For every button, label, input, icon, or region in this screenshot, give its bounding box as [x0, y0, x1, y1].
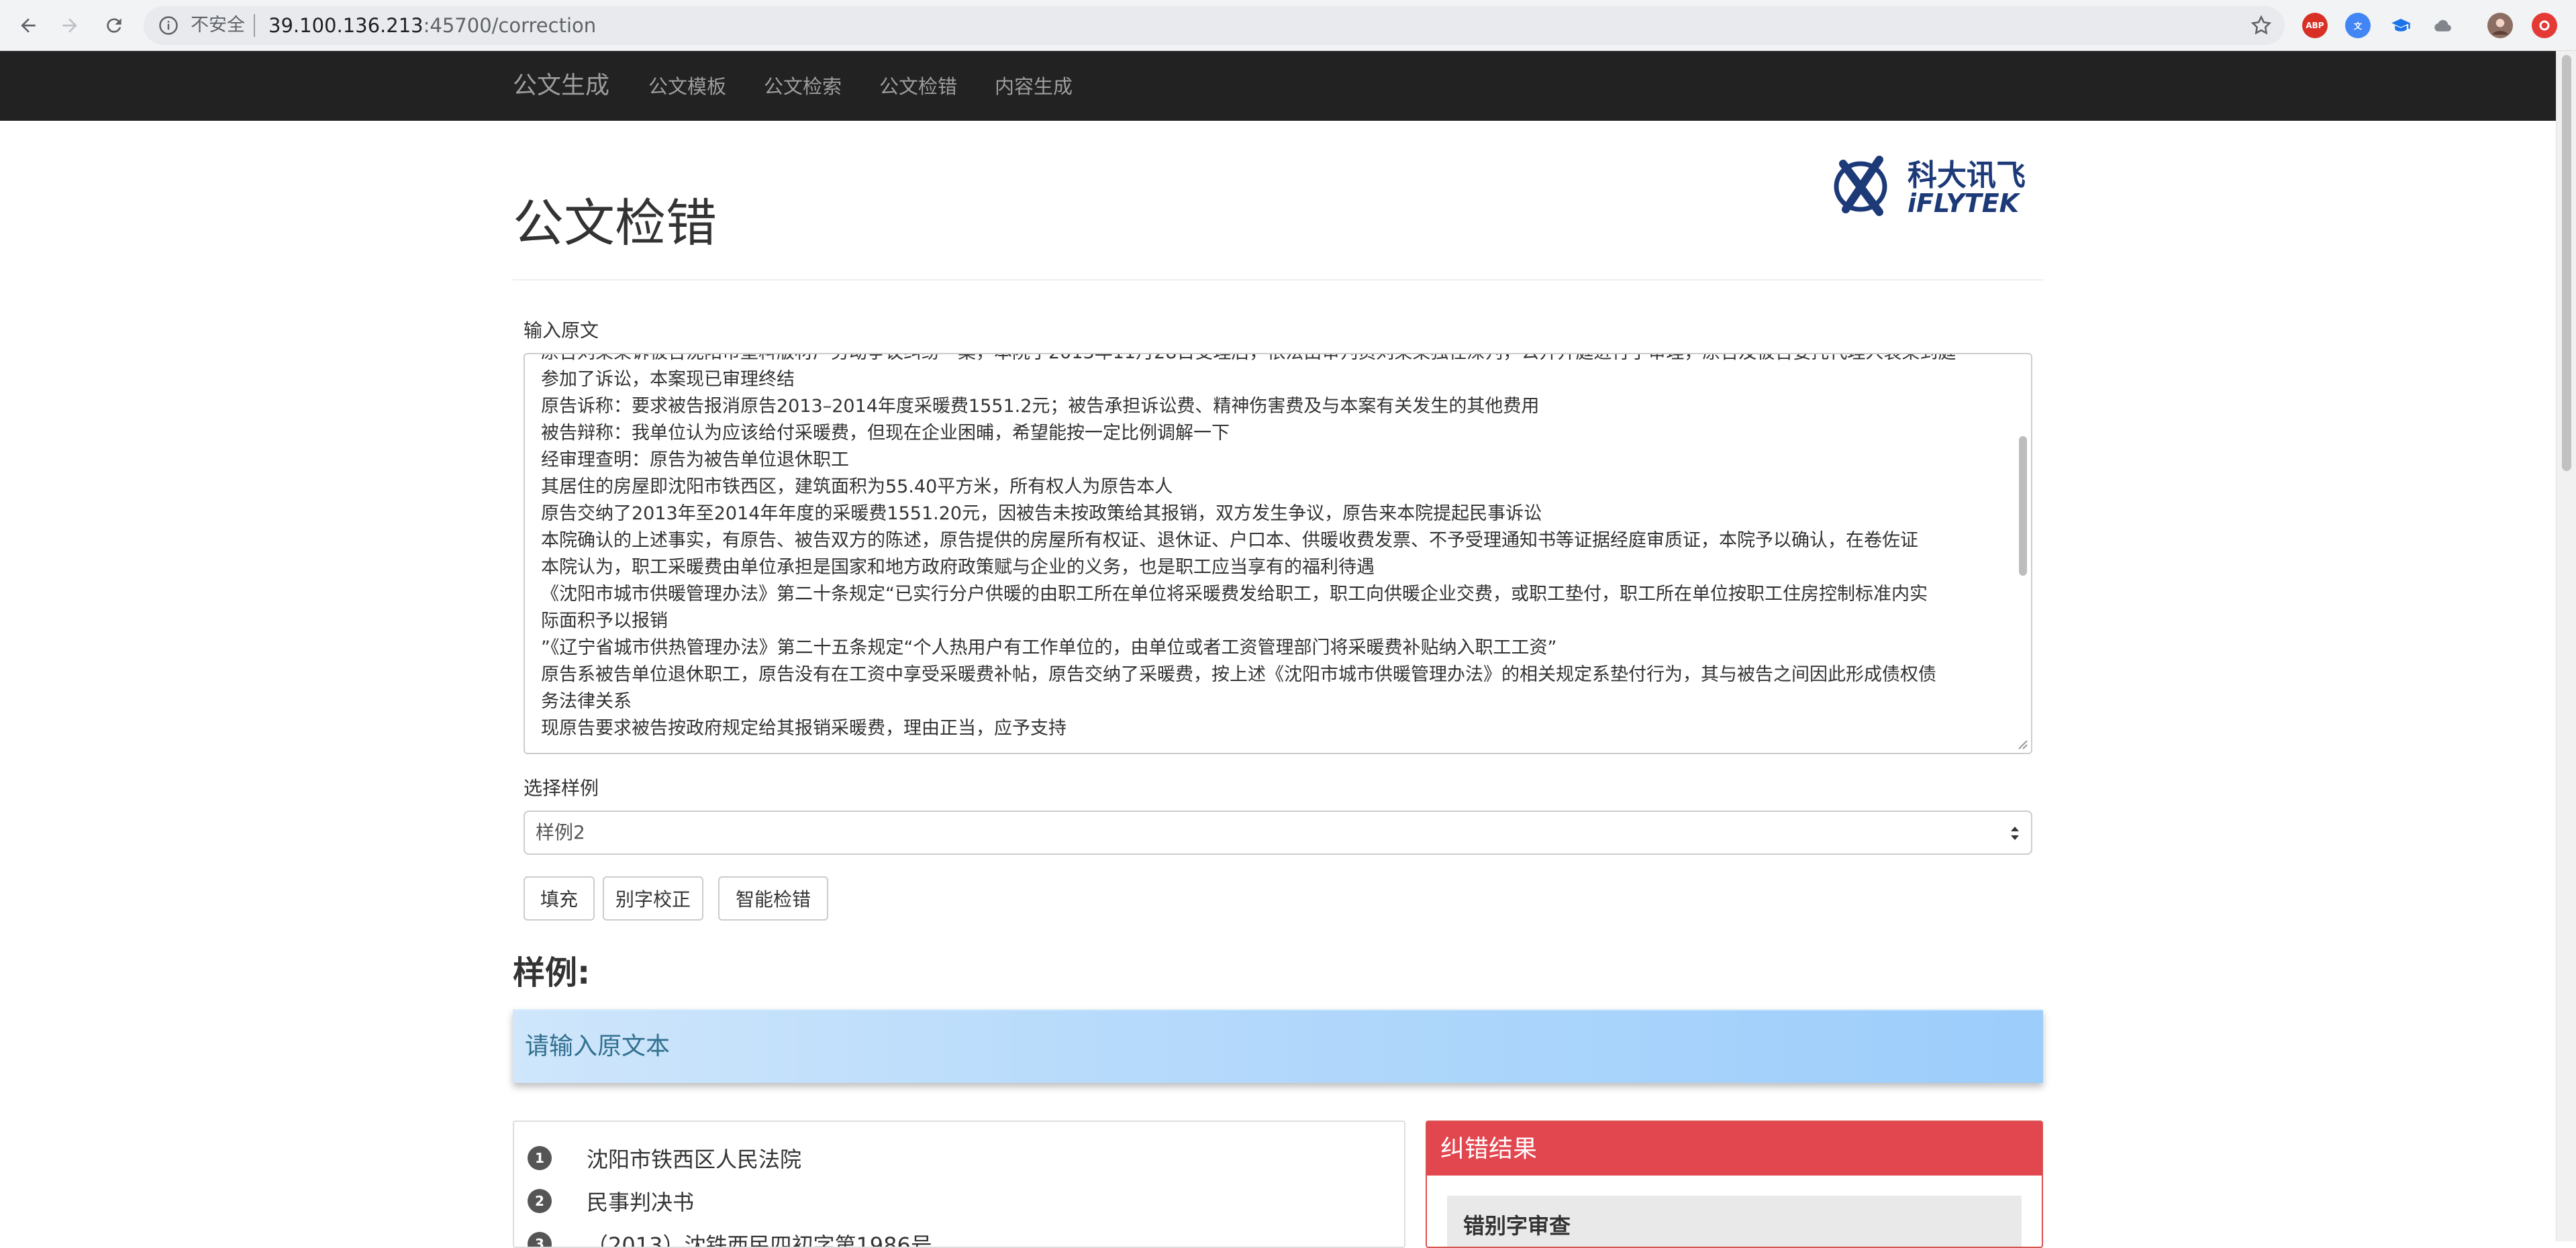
list-item-text: 民事判决书 [587, 1190, 695, 1215]
forward-button[interactable] [54, 9, 86, 42]
browser-toolbar: 不安全 39.100.136.213:45700/correction ABP … [0, 0, 2576, 51]
example-heading: 样例: [513, 954, 591, 992]
text-line: 本院认为，职工采暖费由单位承担是国家和地方政府政策赋与企业的义务，也是职工应当享… [541, 557, 1375, 578]
document-panel: 1 沈阳市铁西区人民法院 2 民事判决书 3 （2013）沈铁西民四初字第198… [513, 1121, 1405, 1248]
page-scrollbar[interactable] [2556, 51, 2576, 1241]
result-header: 纠错结果 [1427, 1122, 2042, 1176]
page-scrollbar-thumb[interactable] [2562, 55, 2571, 471]
insecure-label: 不安全 [191, 15, 245, 36]
nav-link-content-gen[interactable]: 内容生成 [995, 74, 1073, 99]
banner-text: 请输入原文本 [525, 1033, 671, 1060]
list-item: 2 民事判决书 [528, 1185, 694, 1217]
list-item-text: （2013）沈铁西民四初字第1986号 [587, 1233, 932, 1248]
fill-button[interactable]: 填充 [524, 876, 595, 921]
abp-icon[interactable]: ABP [2302, 13, 2328, 38]
arrow-left-icon [21, 18, 36, 33]
sample-label: 选择样例 [524, 777, 599, 799]
line-number-badge: 3 [528, 1232, 552, 1247]
svg-text:iFLYTEK: iFLYTEK [1908, 189, 2021, 216]
text-line: 现原告要求被告按政府规定给其报销采暖费，理由正当，应予支持 [541, 718, 1067, 739]
arrow-right-icon [62, 18, 77, 33]
text-line: 被告辩称：我单位认为应该给付采暖费，但现在企业困晡，希望能按一定比例调解一下 [541, 423, 1230, 444]
select-arrows-icon [2011, 827, 2019, 840]
title-divider [513, 279, 2043, 280]
correction-result-panel: 纠错结果 错别字审查 [1426, 1121, 2043, 1248]
profile-avatar[interactable] [2487, 13, 2513, 38]
text-line: 《沈阳市城市供暖管理办法》第二十条规定“已实行分户供暖的由职工所在单位将采暖费发… [541, 584, 1928, 605]
input-label: 输入原文 [524, 319, 599, 342]
nav-link-templates[interactable]: 公文模板 [648, 74, 726, 99]
input-prompt-banner: 请输入原文本 [513, 1009, 2043, 1083]
svg-text:科大讯飞: 科大讯飞 [1908, 158, 2026, 193]
resize-handle-icon[interactable] [2016, 738, 2028, 750]
reload-button[interactable] [98, 9, 130, 42]
address-bar[interactable]: 不安全 39.100.136.213:45700/correction [144, 6, 2285, 45]
nav-link-correction[interactable]: 公文检错 [879, 74, 957, 99]
text-line: 原告系被告单位退休职工，原告没有在工资中享受采暖费补帖，原告交纳了采暖费，按上述… [541, 664, 1936, 685]
sample-select-value: 样例2 [536, 821, 585, 843]
list-item-text: 沈阳市铁西区人民法院 [587, 1147, 802, 1172]
text-line: 本院确认的上述事实，有原告、被告双方的陈述，原告提供的房屋所有权证、退休证、户口… [541, 530, 1918, 551]
line-number-badge: 2 [528, 1189, 552, 1213]
app-navbar: 公文生成 公文模板 公文检索 公文检错 内容生成 [0, 51, 2556, 121]
translate-icon[interactable]: 文 [2345, 13, 2371, 38]
text-line: ”《辽宁省城市供热管理办法》第二十五条规定“个人热用户有工作单位的，由单位或者工… [541, 637, 1557, 658]
back-button[interactable] [12, 9, 44, 42]
text-line: 务法律关系 [541, 691, 632, 712]
navbar-brand[interactable]: 公文生成 [513, 71, 609, 101]
text-line: 际面积予以报销 [541, 611, 668, 631]
reload-icon [107, 18, 121, 33]
source-text-content: 原告刘某某诉被告沈阳市塑料版材厂劳动争议纠纷一案，本院于2013年11月28日受… [541, 354, 1991, 742]
url-host: 39.100.136.213 [268, 14, 424, 37]
typo-correct-button[interactable]: 别字校正 [603, 876, 703, 921]
iflytek-logo: 科大讯飞 iFLYTEK [1834, 156, 2026, 216]
url-text[interactable]: 39.100.136.213:45700/correction [268, 14, 596, 37]
textarea-scrollbar-thumb[interactable] [2019, 436, 2027, 576]
bookmark-star-icon[interactable] [2250, 14, 2273, 37]
text-line: 原告诉称：要求被告报消原告2013–2014年度采暖费1551.2元；被告承担诉… [541, 396, 1540, 417]
page-title: 公文检错 [513, 193, 717, 253]
text-line: 参加了诉讼，本案现已审理终结 [541, 369, 795, 390]
opera-icon[interactable] [2532, 13, 2557, 38]
textarea-scrollbar[interactable] [2016, 356, 2030, 751]
address-divider [254, 14, 255, 37]
sample-select[interactable]: 样例2 [524, 811, 2032, 855]
graduation-cap-icon[interactable] [2388, 13, 2414, 38]
source-text-input[interactable]: 原告刘某某诉被告沈阳市塑料版材厂劳动争议纠纷一案，本院于2013年11月28日受… [524, 353, 2032, 754]
list-item: 3 （2013）沈铁西民四初字第1986号 [528, 1228, 932, 1248]
nav-link-search[interactable]: 公文检索 [764, 74, 842, 99]
url-path: :45700/correction [423, 14, 597, 37]
result-title: 纠错结果 [1440, 1135, 1538, 1163]
line-number-badge: 1 [528, 1146, 552, 1170]
typo-review-title: 错别字审查 [1463, 1213, 1571, 1239]
cloud-drive-icon[interactable] [2430, 13, 2455, 38]
text-line: 原告刘某某诉被告沈阳市塑料版材厂劳动争议纠纷一案，本院于2013年11月28日受… [541, 354, 1991, 366]
info-icon[interactable] [158, 15, 179, 36]
text-line: 经审理查明：原告为被告单位退休职工 [541, 450, 849, 470]
smart-check-button[interactable]: 智能检错 [718, 876, 828, 921]
list-item: 1 沈阳市铁西区人民法院 [528, 1142, 801, 1174]
typo-review-section[interactable]: 错别字审查 [1447, 1196, 2022, 1247]
text-line: 原告交纳了2013年至2014年年度的采暖费1551.20元，因被告未按政策给其… [541, 503, 1542, 524]
text-line: 其居住的房屋即沈阳市铁西区，建筑面积为55.40平方米，所有权人为原告本人 [541, 476, 1173, 497]
